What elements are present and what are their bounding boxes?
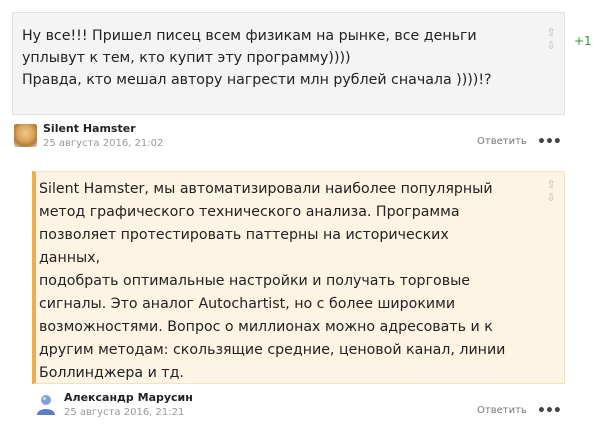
comment-2-text: Silent Hamster, мы автоматизировали наиб… [39, 178, 509, 385]
comment-date[interactable]: 25 августа 2016, 21:02 [43, 138, 163, 149]
comment-line: другим методам: скользящие средние, цено… [39, 342, 506, 358]
author-name[interactable]: Silent Hamster [43, 122, 163, 135]
comment-line: подобрать оптимальные настройки и получа… [39, 273, 470, 289]
comment-1-score: +1 [574, 34, 592, 48]
comment-1-meta: Silent Hamster 25 августа 2016, 21:02 [43, 122, 163, 149]
more-options-icon[interactable]: ••• [537, 134, 562, 150]
comment-line: позволяет протестировать паттерны на ист… [39, 227, 449, 266]
comment-line: уплывут к тем, кто купит эту программу))… [22, 50, 351, 66]
comment-1-vote: ⇧ ⇩ [544, 26, 558, 52]
vote-down-icon[interactable]: ⇩ [544, 191, 558, 204]
vote-down-icon[interactable]: ⇩ [544, 39, 558, 52]
comment-2-meta: Александр Марусин 25 августа 2016, 21:21 [64, 391, 193, 418]
reply-button[interactable]: Ответить [477, 405, 527, 416]
comment-line: Правда, кто мешал автору нагрести млн ру… [22, 72, 492, 88]
comment-1-text: Ну все!!! Пришел писец всем физикам на р… [22, 25, 522, 91]
comment-2-vote: ⇧ ⇩ [544, 178, 558, 204]
more-options-icon[interactable]: ••• [537, 403, 562, 419]
author-name[interactable]: Александр Марусин [64, 391, 193, 404]
vote-up-icon[interactable]: ⇧ [544, 26, 558, 39]
comment-line: Ну все!!! Пришел писец всем физикам на р… [22, 28, 477, 44]
vote-up-icon[interactable]: ⇧ [544, 178, 558, 191]
comment-line: Silent Hamster, мы автоматизировали наиб… [39, 181, 493, 197]
comment-line: сигналы. Это аналог Autochartist, но с б… [39, 296, 456, 312]
comment-date[interactable]: 25 августа 2016, 21:21 [64, 407, 193, 418]
comment-line: возможностями. Вопрос о миллионах можно … [39, 319, 493, 335]
avatar[interactable] [36, 394, 56, 416]
comment-line: метод графического технического анализа.… [39, 204, 460, 220]
comment-line: Боллинджера и тд. [39, 365, 184, 381]
avatar[interactable] [14, 124, 37, 147]
reply-button[interactable]: Ответить [477, 136, 527, 147]
